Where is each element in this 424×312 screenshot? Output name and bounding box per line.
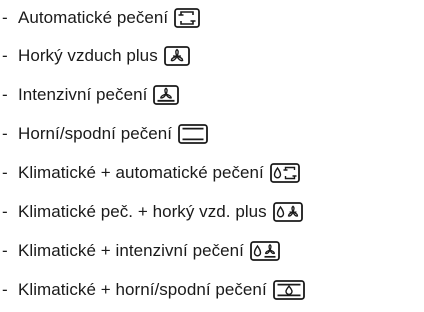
list-item: - Klimatické peč. + horký vzd. plus (2, 192, 305, 231)
auto-bake-icon (174, 8, 201, 28)
climate-auto-bake-icon (269, 162, 300, 183)
list-item-label: Klimatické + intenzivní pečení (18, 240, 244, 260)
list-item-label: Klimatické peč. + horký vzd. plus (18, 201, 267, 221)
list-dash: - (2, 240, 8, 260)
list-item-label: Horní/spodní pečení (18, 123, 173, 143)
list-item: - Horní/spodní pečení (2, 114, 305, 153)
list-dash: - (2, 162, 8, 182)
list-item-label: Klimatické + horní/spodní pečení (18, 279, 267, 299)
list-item-label: Klimatické + automatické pečení (18, 162, 264, 182)
list-item-label: Automatické pečení (18, 8, 169, 27)
list-dash: - (2, 84, 8, 104)
list-dash: - (2, 123, 8, 143)
list-item: - Klimatické + automatické pečení (2, 153, 305, 192)
oven-mode-list: - Automatické pečení - Horký vzduch plus… (2, 0, 305, 309)
fan-plus-icon (163, 45, 190, 66)
list-item: - Horký vzduch plus (2, 36, 305, 75)
intensive-bake-icon (153, 84, 180, 105)
list-dash: - (2, 279, 8, 299)
list-dash: - (2, 45, 8, 65)
top-bottom-heat-icon (178, 123, 208, 144)
list-item: - Klimatické + intenzivní pečení (2, 231, 305, 270)
climate-fan-plus-icon (272, 201, 303, 222)
list-item: - Klimatické + horní/spodní pečení (2, 270, 305, 309)
climate-top-bottom-heat-icon (272, 279, 305, 300)
climate-intensive-bake-icon (250, 240, 280, 261)
list-dash: - (2, 8, 8, 27)
list-item-label: Intenzivní pečení (18, 84, 148, 104)
list-item: - Automatické pečení (2, 0, 305, 36)
list-dash: - (2, 201, 8, 221)
list-item-label: Horký vzduch plus (18, 45, 158, 65)
list-item: - Intenzivní pečení (2, 75, 305, 114)
